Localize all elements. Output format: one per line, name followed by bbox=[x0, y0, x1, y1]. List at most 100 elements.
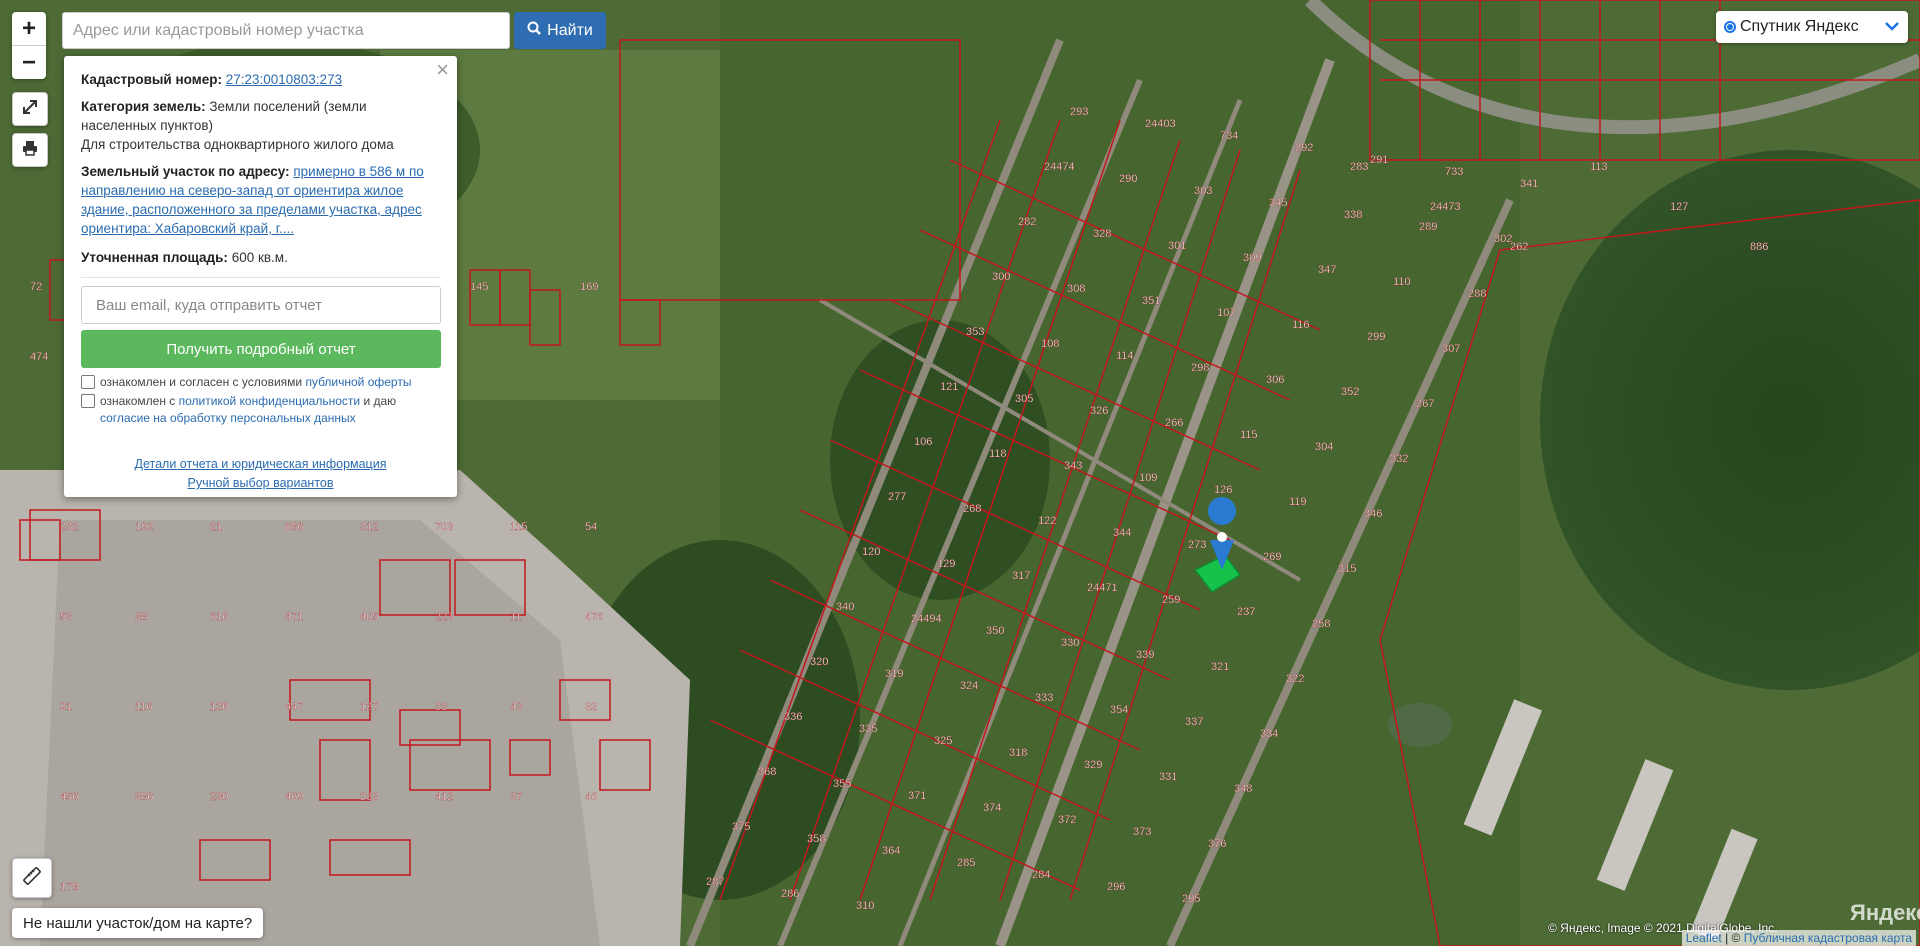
parcel-number-label: 237 bbox=[1237, 606, 1255, 618]
parcel-number-label: 233 bbox=[360, 791, 378, 803]
printer-icon bbox=[21, 139, 39, 162]
parcel-number-label: 21 bbox=[210, 521, 222, 533]
parcel-number-label: 126 bbox=[210, 701, 228, 713]
parcel-number-label: 319 bbox=[885, 668, 903, 680]
parcel-number-label: 284 bbox=[1032, 869, 1050, 881]
parcel-number-label: 371 bbox=[908, 790, 926, 802]
parcel-number-label: 24473 bbox=[1430, 201, 1461, 213]
not-found-button[interactable]: Не нашли участок/дом на карте? bbox=[12, 908, 264, 938]
parcel-number-label: 310 bbox=[856, 900, 874, 912]
close-icon[interactable]: × bbox=[436, 59, 449, 81]
parcel-number-label: 288 bbox=[1468, 288, 1486, 300]
leaflet-link[interactable]: Leaflet bbox=[1686, 931, 1722, 945]
parcel-number-label: 291 bbox=[1370, 154, 1388, 166]
parcel-number-label: 386 bbox=[135, 791, 153, 803]
parcel-number-label: 303 bbox=[1194, 185, 1212, 197]
parcel-number-label: 326 bbox=[1090, 405, 1108, 417]
area-label: Уточненная площадь: bbox=[81, 250, 228, 265]
parcel-number-label: 169 bbox=[580, 281, 598, 293]
parcel-number-label: 273 bbox=[1188, 539, 1206, 551]
parcel-number-label: 285 bbox=[957, 857, 975, 869]
privacy-consent-row: ознакомлен с политикой конфиденциальност… bbox=[81, 393, 440, 427]
parcel-number-label: 309 bbox=[1243, 252, 1261, 264]
parcel-number-label: 115 bbox=[510, 521, 528, 533]
find-button[interactable]: Найти bbox=[514, 12, 606, 49]
parcel-number-label: 358 bbox=[807, 833, 825, 845]
parcel-number-label: 259 bbox=[1162, 594, 1180, 606]
parcel-number-label: 127 bbox=[1670, 201, 1688, 213]
parcel-number-label: 269 bbox=[1263, 551, 1281, 563]
expand-icon bbox=[21, 98, 39, 121]
offer-checkbox[interactable] bbox=[81, 375, 95, 389]
parcel-number-label: 289 bbox=[1419, 221, 1437, 233]
parcel-number-label: 282 bbox=[1018, 216, 1036, 228]
parcel-number-label: 32 bbox=[585, 701, 597, 713]
privacy-policy-link[interactable]: политикой конфиденциальности bbox=[179, 394, 360, 408]
map-layer-select[interactable]: Спутник Яндекс bbox=[1716, 11, 1908, 43]
parcel-number-label: 308 bbox=[1067, 283, 1085, 295]
parcel-number-label: 375 bbox=[732, 821, 750, 833]
public-offer-link[interactable]: публичной оферты bbox=[305, 375, 411, 389]
parcel-number-label: 372 bbox=[1058, 814, 1076, 826]
parcel-number-label: 307 bbox=[1442, 343, 1460, 355]
measure-tool-button[interactable] bbox=[12, 858, 52, 898]
search-icon bbox=[527, 21, 542, 40]
parcel-number-label: 368 bbox=[758, 766, 776, 778]
parcel-number-label: 122 bbox=[1038, 515, 1056, 527]
parcel-number-label: 350 bbox=[986, 625, 1004, 637]
parcel-number-label: 129 bbox=[937, 558, 955, 570]
parcel-number-label: 329 bbox=[1084, 759, 1102, 771]
category-label: Категория земель: bbox=[81, 99, 206, 114]
parcel-number-label: 343 bbox=[1064, 460, 1082, 472]
fullscreen-button[interactable] bbox=[12, 92, 48, 126]
parcel-number-label: 258 bbox=[1312, 618, 1330, 630]
parcel-number-label: 351 bbox=[1142, 295, 1160, 307]
cadastral-number-link[interactable]: 27:23:0010803:273 bbox=[226, 72, 342, 87]
parcel-number-label: 328 bbox=[1093, 228, 1111, 240]
zoom-control: + − bbox=[12, 12, 46, 79]
parcel-number-label: 306 bbox=[1266, 374, 1284, 386]
parcel-number-label: 886 bbox=[1750, 241, 1768, 253]
parcel-number-label: 304 bbox=[1315, 441, 1333, 453]
parcel-number-label: 703 bbox=[435, 521, 453, 533]
manual-selection-link[interactable]: Ручной выбор вариантов bbox=[81, 474, 440, 493]
zoom-in-button[interactable]: + bbox=[12, 12, 46, 46]
parcel-number-label: 108 bbox=[1041, 338, 1059, 350]
parcel-number-label: 331 bbox=[1159, 771, 1177, 783]
parcel-number-label: 107 bbox=[1217, 307, 1235, 319]
parcel-number-label: 333 bbox=[1035, 692, 1053, 704]
parcel-number-label: 334 bbox=[1260, 728, 1278, 740]
report-details-link[interactable]: Детали отчета и юридическая информация bbox=[81, 455, 440, 474]
parcel-number-label: 335 bbox=[859, 723, 877, 735]
yandex-map-logo: Яндекс bbox=[1850, 900, 1920, 925]
address-search-input[interactable] bbox=[62, 12, 510, 49]
parcel-number-label: 127 bbox=[360, 701, 378, 713]
parcel-number-label: 118 bbox=[989, 448, 1007, 460]
parcel-number-label: 348 bbox=[1234, 783, 1252, 795]
parcel-number-label: 232 bbox=[60, 521, 78, 533]
get-report-button[interactable]: Получить подробный отчет bbox=[81, 330, 441, 368]
parcel-number-label: 345 bbox=[1269, 197, 1287, 209]
parcel-number-label: 53 bbox=[60, 611, 72, 623]
parcel-number-label: 38 bbox=[135, 611, 147, 623]
personal-data-consent-link[interactable]: согласие на обработку персональных данны… bbox=[100, 411, 356, 425]
parcel-number-label: 46 bbox=[585, 791, 597, 803]
parcel-number-label: 338 bbox=[1344, 209, 1362, 221]
parcel-number-label: 353 bbox=[966, 326, 984, 338]
parcel-number-label: 119 bbox=[1289, 496, 1307, 508]
print-button[interactable] bbox=[12, 133, 48, 167]
privacy-checkbox[interactable] bbox=[81, 394, 95, 408]
parcel-number-label: 106 bbox=[914, 436, 932, 448]
parcel-number-label: 114 bbox=[1116, 350, 1134, 362]
zoom-out-button[interactable]: − bbox=[12, 46, 46, 79]
parcel-number-label: 295 bbox=[1182, 893, 1200, 905]
parcel-number-label: 344 bbox=[1113, 527, 1131, 539]
cadastral-map-link[interactable]: Публичная кадастровая карта bbox=[1744, 931, 1912, 945]
email-field[interactable] bbox=[81, 286, 441, 324]
parcel-number-label: 317 bbox=[1012, 570, 1030, 582]
chevron-down-icon bbox=[1884, 18, 1900, 36]
parcel-number-label: 301 bbox=[1168, 240, 1186, 252]
parcel-number-label: 354 bbox=[1110, 704, 1128, 716]
address-label: Земельный участок по адресу: bbox=[81, 164, 290, 179]
parcel-number-label: 115 bbox=[1240, 429, 1258, 441]
